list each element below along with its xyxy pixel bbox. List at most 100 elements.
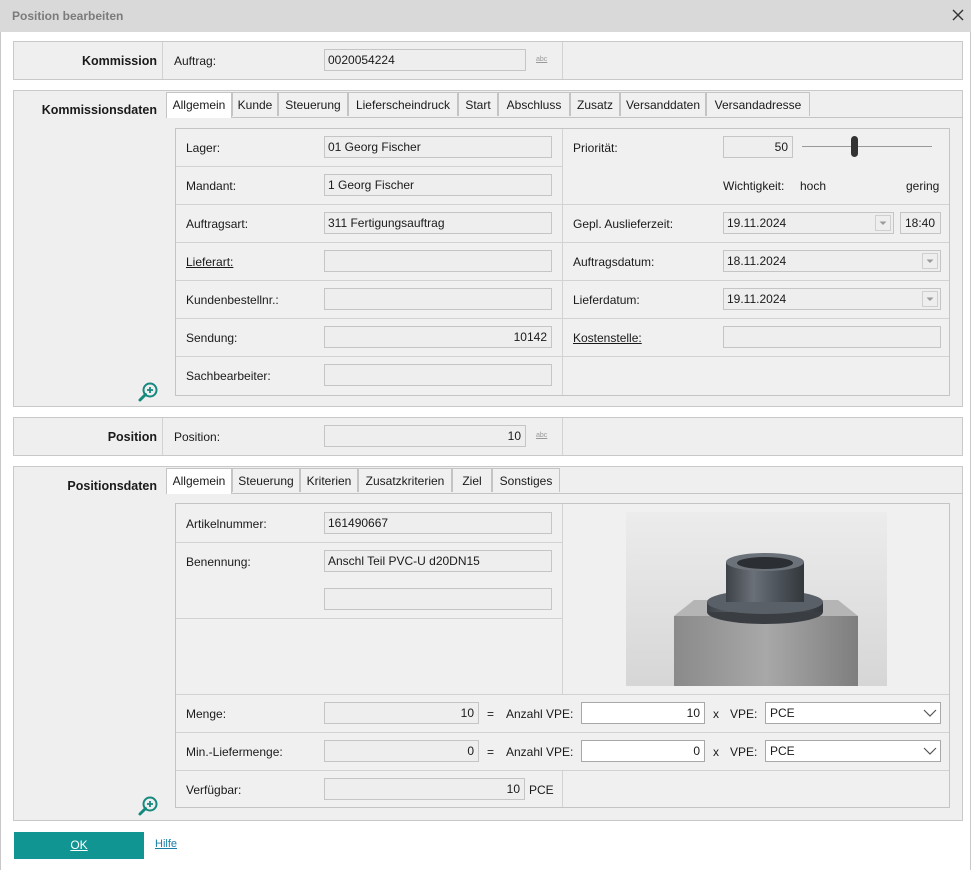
auftragsdatum-label: Auftragsdatum: [573,255,655,269]
divider [162,42,163,79]
sachbearbeiter-field[interactable] [324,364,552,386]
tab-versanddaten[interactable]: Versanddaten [620,92,706,116]
lager-field[interactable]: 01 Georg Fischer [324,136,552,158]
positionsdaten-label: Positionsdaten [67,479,157,493]
menge-anzahl-vpe-input[interactable]: 10 [581,702,705,724]
benennung-field[interactable]: Anschl Teil PVC-U d20DN15 [324,550,552,572]
row-divider [176,280,949,281]
benennung-field-2[interactable] [324,588,552,610]
wichtigkeit-label: Wichtigkeit: [723,179,785,193]
title-bar [0,0,971,32]
tab-strip-line [232,117,963,118]
auftragsdatum-field[interactable]: 18.11.2024 [723,250,941,272]
verfuegbar-field[interactable]: 10 [324,778,525,800]
kommissionsdaten-label: Kommissionsdaten [41,103,157,117]
divider [562,418,563,455]
lieferdatum-label: Lieferdatum: [573,293,640,307]
min-liefermenge-field[interactable]: 0 [324,740,479,762]
ok-button[interactable]: OK [14,832,144,859]
dropdown-arrow-icon[interactable] [922,291,938,307]
tab-sonstiges[interactable]: Sonstiges [492,468,560,492]
verfuegbar-label: Verfügbar: [186,783,242,797]
min-liefermenge-anzahl-vpe-input[interactable]: 0 [581,740,705,762]
prioritaet-label: Priorität: [573,141,618,155]
zoom-in-icon[interactable] [137,381,159,403]
prioritaet-field[interactable]: 50 [723,136,793,158]
tab-zusatzkriterien[interactable]: Zusatzkriterien [358,468,452,492]
help-link[interactable]: Hilfe [155,838,177,850]
tab-allgemein[interactable]: Allgemein [166,468,232,494]
tab-steuerung[interactable]: Steuerung [278,92,348,116]
article-image [626,512,887,686]
tab-abschluss[interactable]: Abschluss [498,92,570,116]
row-divider [176,694,949,695]
artikelnummer-label: Artikelnummer: [186,517,267,531]
tab-allgemein[interactable]: Allgemein [166,92,232,118]
tab-start[interactable]: Start [458,92,498,116]
kostenstelle-field[interactable] [723,326,941,348]
verfuegbar-unit: PCE [529,783,554,797]
dropdown-arrow-icon[interactable] [875,215,891,231]
menge-vpe-select[interactable]: PCE [765,702,941,724]
gering-label: gering [906,179,940,193]
abc-icon[interactable]: abc [536,56,547,63]
min-liefermenge-vpe-select[interactable]: PCE [765,740,941,762]
position-label: Position [107,430,157,444]
tab-versandadresse[interactable]: Versandadresse [706,92,810,116]
positionsdaten-tabs: Allgemein Steuerung Kriterien Zusatzkrit… [166,468,566,494]
tab-lieferscheindruck[interactable]: Lieferscheindruck [348,92,458,116]
row-divider [176,204,949,205]
menge-field[interactable]: 10 [324,702,479,724]
prioritaet-slider[interactable] [802,136,932,158]
min-liefermenge-label: Min.-Liefermenge: [186,745,283,759]
row-divider [176,542,562,543]
dropdown-arrow-icon[interactable] [922,253,938,269]
hoch-label: hoch [800,179,827,193]
kommissionsdaten-tabs: Allgemein Kunde Steuerung Lieferscheindr… [166,92,956,118]
tab-steuerung[interactable]: Steuerung [232,468,300,492]
equals-sign: = [487,745,495,759]
lieferart-field[interactable] [324,250,552,272]
tab-zusatz[interactable]: Zusatz [570,92,620,116]
zoom-in-icon[interactable] [137,795,159,817]
gepl-date-field[interactable]: 19.11.2024 [723,212,894,234]
row-divider [176,356,949,357]
position-field[interactable]: 10 [324,425,526,447]
gepl-time-field[interactable]: 18:40 [900,212,941,234]
auftragsart-label: Auftragsart: [186,217,249,231]
anzahl-vpe-label: Anzahl VPE: [506,745,574,759]
lieferart-label: Lieferart: [186,255,234,269]
tab-ziel[interactable]: Ziel [452,468,492,492]
slider-thumb[interactable] [851,136,858,157]
lieferdatum-field[interactable]: 19.11.2024 [723,288,941,310]
tab-kunde[interactable]: Kunde [232,92,278,116]
tab-kriterien[interactable]: Kriterien [300,468,358,492]
row-divider [176,732,949,733]
gepl-auslieferzeit-label: Gepl. Auslieferzeit: [573,217,674,231]
chevron-down-icon [923,707,937,722]
row-divider [176,242,949,243]
kostenstelle-label: Kostenstelle: [573,331,642,345]
vpe-label: VPE: [730,707,758,721]
abc-icon[interactable]: abc [536,432,547,439]
auftrag-field[interactable]: 0020054224 [324,49,526,71]
auftrag-label: Auftrag: [174,54,217,68]
row-divider [176,318,949,319]
mandant-label: Mandant: [186,179,237,193]
tab-strip-line [232,493,963,494]
sachbearbeiter-label: Sachbearbeiter: [186,369,271,383]
times-sign: x [713,707,719,721]
close-icon[interactable] [948,5,968,25]
chevron-down-icon [923,745,937,760]
mandant-field[interactable]: 1 Georg Fischer [324,174,552,196]
times-sign: x [713,745,719,759]
position-field-label: Position: [174,430,221,444]
kundenbestellnr-field[interactable] [324,288,552,310]
auftragsart-field[interactable]: 311 Fertigungsauftrag [324,212,552,234]
slider-track [802,146,932,147]
divider [162,418,163,455]
kommission-label: Kommission [81,54,157,68]
vpe-label: VPE: [730,745,758,759]
sendung-field[interactable]: 10142 [324,326,552,348]
artikelnummer-field[interactable]: 161490667 [324,512,552,534]
